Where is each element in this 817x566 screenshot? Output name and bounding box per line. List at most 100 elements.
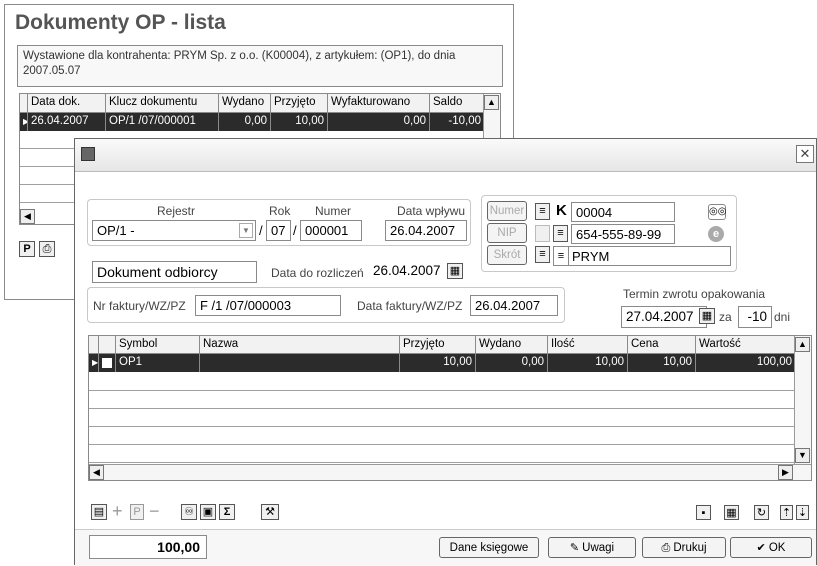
termin-zwrotu-label: Termin zwrotu opakowania xyxy=(623,287,766,301)
scroll-left-icon[interactable]: ◀ xyxy=(89,465,104,480)
scroll-down-icon[interactable]: ▼ xyxy=(795,448,810,463)
delete-row-icon[interactable]: − xyxy=(149,501,160,522)
dane-ksiegowe-button[interactable]: Dane księgowe xyxy=(439,537,539,558)
tools-icon[interactable]: ⚒ xyxy=(261,504,279,520)
col-symbol[interactable]: Symbol xyxy=(116,336,200,353)
data-rozliczen-label: Data do rozliczeń xyxy=(271,266,364,280)
find-next-icon[interactable]: ▣ xyxy=(200,504,216,520)
numer-field[interactable]: 000001 xyxy=(300,220,362,241)
list-icon-skrot[interactable]: ≡ xyxy=(535,246,550,263)
scroll-up-icon[interactable]: ▲ xyxy=(795,337,810,352)
print-preview-p-button[interactable]: P xyxy=(19,241,35,257)
dni-label: dni xyxy=(774,310,791,324)
list-grid-header: Data dok. Klucz dokumentu Wydano Przyjęt… xyxy=(20,94,500,113)
col-ilosc[interactable]: Ilość xyxy=(548,336,628,353)
kontrahent-skrot-value: PRYM xyxy=(572,249,610,264)
kontrahent-numer-field[interactable]: 00004 xyxy=(571,202,675,222)
list-col-date[interactable]: Data dok. xyxy=(28,94,106,112)
rejestr-value: OP/1 - xyxy=(97,223,135,238)
chevron-down-icon[interactable]: ▼ xyxy=(239,223,253,238)
col-nazwa[interactable]: Nazwa xyxy=(200,336,400,353)
rejestr-label: Rejestr xyxy=(157,204,196,218)
data-faktury-label: Data faktury/WZ/PZ xyxy=(357,299,463,313)
table-row[interactable]: ▶ 26.04.2007 OP/1 /07/000001 0,00 10,00 … xyxy=(20,113,485,131)
nip-search-button[interactable]: NIP xyxy=(487,223,527,243)
items-scrollbar-vertical[interactable]: ▲ ▼ xyxy=(794,336,811,464)
termin-zwrotu-field[interactable]: 27.04.2007 xyxy=(621,306,707,328)
p-button[interactable]: P xyxy=(130,504,144,520)
numer-search-button[interactable]: Numer xyxy=(487,201,527,221)
list-col-przyjeto[interactable]: Przyjęto xyxy=(271,94,328,112)
col-cena[interactable]: Cena xyxy=(628,336,696,353)
drukuj-button[interactable]: ⎙ Drukuj xyxy=(642,537,726,558)
scroll-up-icon[interactable]: ▲ xyxy=(484,95,499,110)
list-icon[interactable]: ≡ xyxy=(535,203,550,220)
list-icon-skrot-inner: ≡ xyxy=(554,247,569,265)
binoculars-icon[interactable]: ♾ xyxy=(181,504,197,520)
data-faktury-field[interactable]: 26.04.2007 xyxy=(470,295,558,316)
row-ilosc: 10,00 xyxy=(548,354,628,372)
row-nazwa xyxy=(200,354,400,372)
row-wydano: 0,00 xyxy=(476,354,548,372)
table-row[interactable]: ▶ OP1 10,00 0,00 10,00 10,00 100,00 xyxy=(89,354,796,372)
row-cena: 10,00 xyxy=(628,354,696,372)
browser-e-icon[interactable]: e xyxy=(708,226,724,242)
data-wplywu-field[interactable]: 26.04.2007 xyxy=(385,220,467,241)
col-wartosc[interactable]: Wartość xyxy=(696,336,796,353)
dni-field[interactable]: -10 xyxy=(738,306,772,328)
move-down-icon[interactable]: ⇣ xyxy=(796,505,809,520)
row-symbol: OP1 xyxy=(116,354,200,372)
kontrahent-skrot-field[interactable]: ≡ PRYM xyxy=(553,246,731,266)
row-key: OP/1 /07/000001 xyxy=(106,113,219,131)
nr-faktury-field[interactable]: F /1 /07/000003 xyxy=(195,295,341,316)
add-row-icon[interactable]: + xyxy=(112,501,123,522)
rok-label: Rok xyxy=(269,204,291,218)
scroll-right-icon[interactable]: ▶ xyxy=(778,465,793,480)
check-icon: ✔ xyxy=(756,542,769,554)
slash-separator-2: / xyxy=(293,223,297,238)
kontrahent-type-k: K xyxy=(556,202,567,219)
skrot-search-button[interactable]: Skrót xyxy=(487,245,527,265)
refresh-icon[interactable]: ↻ xyxy=(754,505,769,520)
list-col-saldo[interactable]: Saldo xyxy=(430,94,485,112)
rejestr-select[interactable]: OP/1 - ▼ xyxy=(92,220,256,241)
list-window-title: Dokumenty OP - lista xyxy=(15,11,226,34)
row-wyfakturowano: 0,00 xyxy=(328,113,430,131)
calendar-icon[interactable]: ▦ xyxy=(447,263,463,279)
list-icon-nip[interactable]: ≡ xyxy=(553,225,568,242)
ok-button[interactable]: ✔ OK xyxy=(730,537,812,558)
items-grid: Symbol Nazwa Przyjęto Wydano Ilość Cena … xyxy=(88,335,812,481)
calendar-icon-termin[interactable]: ▦ xyxy=(699,308,715,324)
glasses-icon[interactable]: ◎◎ xyxy=(708,204,726,220)
kontrahent-nip-field[interactable]: 654-555-89-99 xyxy=(571,224,675,244)
row-przyjeto: 10,00 xyxy=(271,113,328,131)
items-scrollbar-horizontal[interactable]: ◀ ▶ xyxy=(89,464,811,480)
close-icon[interactable]: ✕ xyxy=(796,145,814,163)
row-saldo: -10,00 xyxy=(430,113,485,131)
document-titlebar: ✕ xyxy=(75,139,816,172)
save-icon[interactable]: ▪ xyxy=(696,505,711,520)
slash-separator: / xyxy=(259,223,263,238)
filter-info: Wystawione dla kontrahenta: PRYM Sp. z o… xyxy=(17,45,503,87)
col-przyjeto[interactable]: Przyjęto xyxy=(400,336,476,353)
list-col-key[interactable]: Klucz dokumentu xyxy=(106,94,219,112)
calculator-icon[interactable]: ▦ xyxy=(724,505,739,520)
list-col-wyfakturowano[interactable]: Wyfakturowano xyxy=(328,94,430,112)
row-checkbox[interactable] xyxy=(102,358,112,368)
items-grid-header: Symbol Nazwa Przyjęto Wydano Ilość Cena … xyxy=(89,336,796,354)
data-rozliczen-value[interactable]: 26.04.2007 xyxy=(373,263,441,278)
scroll-left-icon[interactable]: ◀ xyxy=(20,209,35,224)
row-przyjeto: 10,00 xyxy=(400,354,476,372)
app-icon xyxy=(81,147,95,161)
data-wplywu-label: Data wpływu xyxy=(397,204,466,218)
move-up-icon[interactable]: ⇡ xyxy=(780,505,793,520)
copy-rows-icon[interactable]: ▤ xyxy=(91,504,107,520)
uwagi-button[interactable]: ✎ Uwagi xyxy=(548,537,636,558)
row-wydano: 0,00 xyxy=(219,113,271,131)
col-wydano[interactable]: Wydano xyxy=(476,336,548,353)
printer-icon[interactable]: ⎙ xyxy=(39,241,55,257)
list-col-wydano[interactable]: Wydano xyxy=(219,94,271,112)
rok-field[interactable]: 07 xyxy=(266,220,291,241)
sum-icon[interactable]: Σ xyxy=(219,504,235,520)
drukuj-label: Drukuj xyxy=(673,542,707,554)
